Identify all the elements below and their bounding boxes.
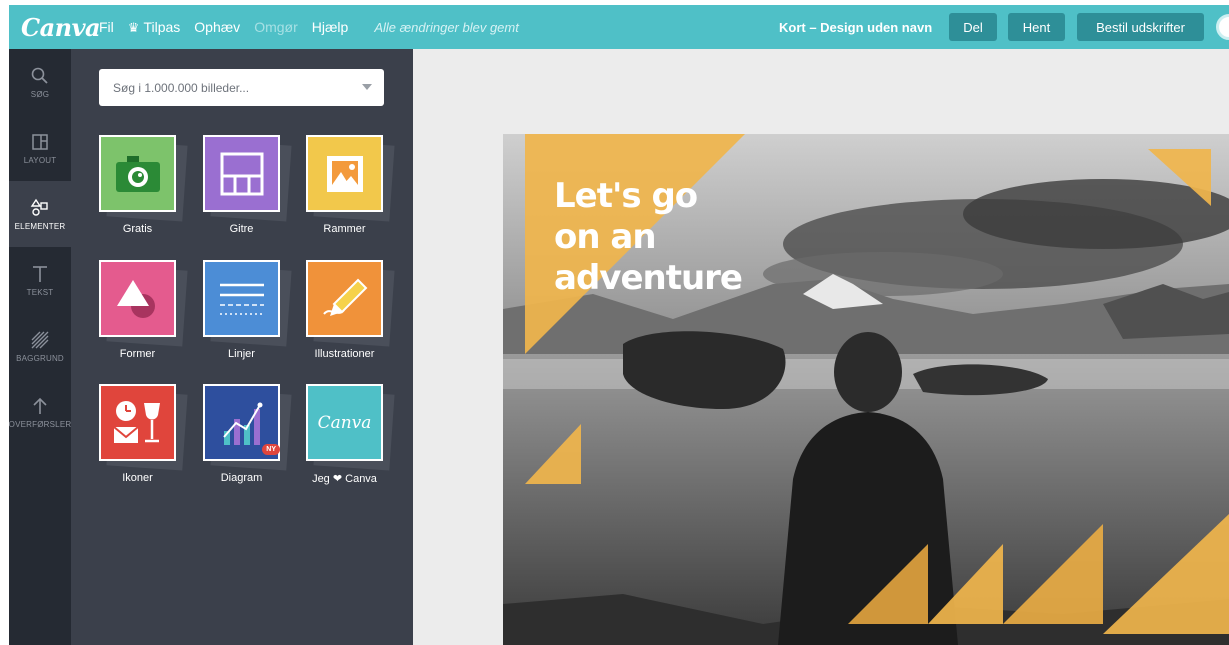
category-label: Former xyxy=(119,348,156,360)
frame-icon xyxy=(306,135,383,212)
top-bar: Canva Fil ♛ Tilpas Ophæv Omgør Hjælp Alle… xyxy=(9,5,1229,49)
upload-icon xyxy=(33,397,47,414)
canva-logo-icon: Canva xyxy=(306,384,383,461)
category-tile-free[interactable]: Gratis xyxy=(99,135,189,245)
headline-line: on an xyxy=(554,217,657,257)
canva-logo-text: Canva xyxy=(317,412,372,433)
camera-icon xyxy=(99,135,176,212)
category-label: Diagram xyxy=(220,472,263,484)
lines-icon xyxy=(203,260,280,337)
category-tile-illustrations[interactable]: Illustrationer xyxy=(306,260,396,370)
crown-icon: ♛ xyxy=(127,19,140,35)
menu-undo[interactable]: Ophæv xyxy=(194,19,240,35)
text-icon xyxy=(33,265,47,282)
rail-label-elements: ELEMENTER xyxy=(14,221,66,231)
category-label: Ikoner xyxy=(122,472,153,484)
menu-customize[interactable]: ♛ Tilpas xyxy=(128,19,180,36)
category-tile-diagram[interactable]: NY Diagram xyxy=(203,384,293,494)
rail-item-elements[interactable]: ELEMENTER xyxy=(9,181,71,247)
chart-icon: NY xyxy=(203,384,280,461)
elements-icon xyxy=(30,198,48,216)
elements-panel: Søg i 1.000.000 billeder... Gratis Gitre… xyxy=(71,49,413,645)
rail-label-text: TEKST xyxy=(26,287,54,297)
shapes-icon xyxy=(99,260,176,337)
category-tile-grids[interactable]: Gitre xyxy=(203,135,293,245)
category-tile-lines[interactable]: Linjer xyxy=(203,260,293,370)
menu-file[interactable]: Fil xyxy=(99,19,114,35)
layout-icon xyxy=(32,133,48,150)
headline-line: Let's go xyxy=(554,176,698,216)
category-label: Gitre xyxy=(229,223,254,235)
download-button[interactable]: Hent xyxy=(1008,13,1065,41)
category-label: Linjer xyxy=(228,348,255,360)
pencil-icon xyxy=(306,260,383,337)
design-page[interactable]: Let's go on an adventure xyxy=(503,134,1229,645)
design-headline[interactable]: Let's go on an adventure xyxy=(554,176,743,299)
search-icon xyxy=(31,67,48,84)
canvas-area[interactable]: Let's go on an adventure xyxy=(413,49,1229,645)
category-label: Gratis xyxy=(122,223,153,235)
grid-icon xyxy=(203,135,280,212)
rail-item-background[interactable]: BAGGRUND xyxy=(9,313,71,379)
rail-item-search[interactable]: SØG xyxy=(9,49,71,115)
new-badge: NY xyxy=(262,444,280,455)
rail-label-search: SØG xyxy=(30,89,50,99)
sidebar-rail: SØG LAYOUT ELEMENTER TEKST BAGGRUND OVER… xyxy=(9,49,71,645)
rail-label-layout: LAYOUT xyxy=(23,155,57,165)
clock-wine-icon xyxy=(99,384,176,461)
rail-label-background: BAGGRUND xyxy=(16,353,64,363)
rail-item-uploads[interactable]: OVERFØRSLER xyxy=(9,379,71,445)
category-label: Jeg ❤ Canva xyxy=(312,473,377,485)
order-prints-button[interactable]: Bestil udskrifter xyxy=(1077,13,1204,41)
menu-customize-label: Tilpas xyxy=(143,18,181,35)
chevron-down-icon[interactable] xyxy=(362,84,372,90)
background-icon xyxy=(31,331,49,348)
avatar[interactable] xyxy=(1216,14,1229,40)
canva-logo[interactable]: Canva xyxy=(21,13,101,42)
search-placeholder: Søg i 1.000.000 billeder... xyxy=(113,80,250,95)
category-label: Rammer xyxy=(323,223,366,235)
category-tile-shapes[interactable]: Former xyxy=(99,260,189,370)
search-input[interactable]: Søg i 1.000.000 billeder... xyxy=(99,69,384,106)
document-title[interactable]: Kort – Design uden navn xyxy=(779,20,932,35)
menu-help[interactable]: Hjælp xyxy=(312,19,349,35)
category-label: Illustrationer xyxy=(314,348,375,360)
category-tile-icons[interactable]: Ikoner xyxy=(99,384,189,494)
menu-redo[interactable]: Omgør xyxy=(254,19,298,35)
headline-line: adventure xyxy=(554,258,743,298)
rail-item-text[interactable]: TEKST xyxy=(9,247,71,313)
save-status: Alle ændringer blev gemt xyxy=(374,19,519,35)
share-button[interactable]: Del xyxy=(949,13,997,41)
rail-label-uploads: OVERFØRSLER xyxy=(8,419,72,429)
category-tile-i-love-canva[interactable]: Canva Jeg ❤ Canva xyxy=(306,384,396,494)
category-tile-frames[interactable]: Rammer xyxy=(306,135,396,245)
rail-item-layout[interactable]: LAYOUT xyxy=(9,115,71,181)
